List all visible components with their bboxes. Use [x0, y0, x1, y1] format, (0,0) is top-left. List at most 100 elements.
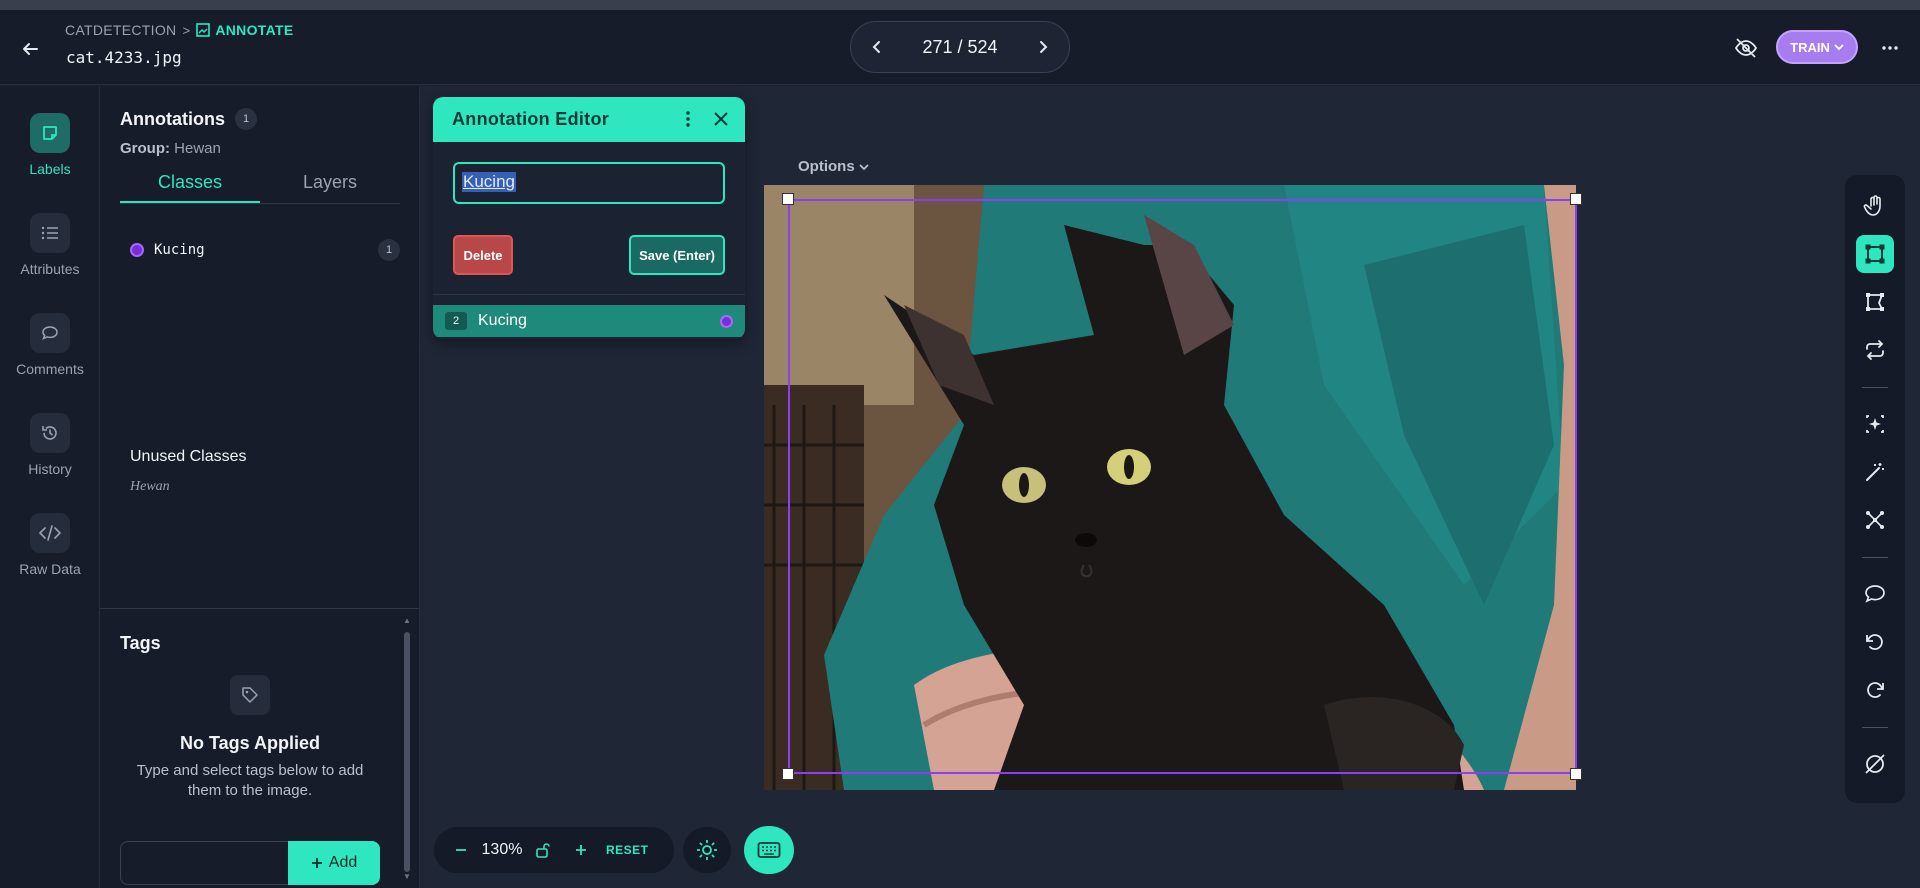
annotate-icon: [196, 23, 211, 37]
suggestion-hotkey: 2: [445, 312, 467, 330]
rail-item-labels[interactable]: Labels: [0, 113, 100, 193]
polygon-icon: [1866, 293, 1884, 311]
canvas-options-button[interactable]: Options: [798, 158, 869, 175]
tags-panel: Tags No Tags Applied Type and select tag…: [100, 608, 420, 888]
plus-icon: [311, 858, 322, 868]
toolbar-separator: [1862, 387, 1888, 388]
more-options-icon[interactable]: [1878, 36, 1902, 60]
class-color-dot: [130, 243, 144, 257]
smart-select-tool[interactable]: [1856, 405, 1894, 443]
train-button[interactable]: TRAIN: [1776, 30, 1858, 64]
chevron-left-icon: [872, 41, 880, 53]
tag-input[interactable]: [120, 841, 290, 885]
delete-button[interactable]: Delete: [453, 235, 513, 275]
rail-item-history[interactable]: History: [0, 413, 100, 493]
suggestion-label: Kucing: [478, 312, 527, 329]
tags-title: Tags: [120, 633, 161, 653]
bounding-box-tool[interactable]: [1856, 235, 1894, 273]
lock-zoom-button[interactable]: [528, 835, 558, 865]
left-rail: Labels Attributes Comments History Raw D…: [0, 86, 100, 888]
zoom-out-button[interactable]: [446, 835, 476, 865]
class-item-kucing[interactable]: Kucing 1: [120, 236, 400, 264]
redo-button[interactable]: [1856, 671, 1894, 709]
tab-classes[interactable]: Classes: [120, 170, 260, 203]
bbox-handle-bottom-right[interactable]: [1570, 768, 1582, 780]
chevron-right-icon: [1039, 41, 1048, 53]
window-top-strip: [0, 0, 1920, 10]
comment-icon: [30, 313, 70, 353]
toolbar-separator: [1862, 557, 1888, 558]
prev-image-button[interactable]: [865, 35, 889, 59]
panel-scrollbar[interactable]: ▲ ▼: [402, 616, 412, 882]
rail-label: Comments: [16, 361, 84, 377]
bounding-box-kucing[interactable]: [788, 199, 1577, 774]
keypoints-icon: [1866, 511, 1884, 529]
scroll-down-icon[interactable]: ▼: [402, 872, 412, 882]
annotations-title-label: Annotations: [120, 108, 225, 129]
breadcrumb-project[interactable]: CATDETECTION: [65, 22, 176, 38]
editor-more-icon[interactable]: [678, 109, 698, 129]
undo-icon: [1866, 634, 1883, 650]
sun-icon: [697, 840, 717, 860]
next-image-button[interactable]: [1031, 35, 1055, 59]
reset-zoom-button[interactable]: RESET: [606, 843, 649, 857]
breadcrumb-separator: >: [182, 22, 191, 38]
tag-icon: [230, 675, 270, 715]
rail-label: Labels: [29, 161, 71, 177]
back-arrow-icon[interactable]: [18, 37, 42, 61]
chevron-down-icon: [859, 163, 869, 170]
tab-layers[interactable]: Layers: [260, 170, 400, 203]
rail-label: History: [28, 461, 72, 477]
keyboard-shortcuts-button[interactable]: [744, 826, 794, 874]
polygon-tool[interactable]: [1856, 283, 1894, 321]
hide-annotations-icon[interactable]: [1734, 36, 1758, 60]
comment-tool[interactable]: [1856, 575, 1894, 613]
code-icon: [30, 513, 70, 553]
add-tag-button[interactable]: Add: [288, 841, 380, 885]
rail-item-raw-data[interactable]: Raw Data: [0, 513, 100, 593]
rail-label: Attributes: [20, 261, 80, 277]
bbox-handle-top-right[interactable]: [1570, 193, 1582, 205]
history-icon: [30, 413, 70, 453]
class-count-badge: 1: [378, 239, 400, 261]
annotations-title: Annotations 1: [120, 108, 257, 130]
zoom-in-button[interactable]: [566, 835, 596, 865]
editor-title: Annotation Editor: [452, 109, 610, 129]
class-name-input-value: Kucing: [462, 172, 516, 192]
empty-set-icon: [1865, 754, 1885, 774]
unused-classes-title: Unused Classes: [130, 448, 247, 465]
pan-hand-tool[interactable]: [1856, 187, 1894, 225]
close-icon[interactable]: [711, 109, 731, 129]
class-suggestion-item[interactable]: 2 Kucing: [433, 305, 745, 337]
zoom-controls: 130% RESET: [434, 827, 674, 873]
unused-class-item[interactable]: Hewan: [130, 479, 170, 495]
redo-icon: [1867, 682, 1884, 698]
magic-wand-tool[interactable]: [1856, 453, 1894, 491]
undo-button[interactable]: [1856, 623, 1894, 661]
null-annotation-button[interactable]: [1856, 745, 1894, 783]
sparkle-select-icon: [1866, 415, 1884, 433]
scrollbar-thumb[interactable]: [404, 632, 410, 872]
rail-item-comments[interactable]: Comments: [0, 313, 100, 393]
bbox-handle-bottom-left[interactable]: [782, 768, 794, 780]
label-icon: [30, 113, 70, 153]
minus-icon: [456, 849, 466, 851]
comment-icon: [1865, 585, 1885, 603]
convert-tool[interactable]: [1856, 331, 1894, 369]
brightness-button[interactable]: [683, 827, 731, 873]
annotation-editor: Annotation Editor Kucing Delete Save (En…: [433, 97, 745, 339]
save-button[interactable]: Save (Enter): [629, 235, 725, 275]
no-tags-description: Type and select tags below to add them t…: [136, 762, 364, 799]
keypoint-tool[interactable]: [1856, 501, 1894, 539]
group-value: Hewan: [174, 140, 221, 157]
options-label: Options: [798, 158, 855, 175]
rail-item-attributes[interactable]: Attributes: [0, 213, 100, 293]
breadcrumb-current: ANNOTATE: [196, 22, 293, 38]
unlock-icon: [536, 843, 550, 858]
breadcrumb: CATDETECTION > ANNOTATE: [65, 22, 293, 38]
header: CATDETECTION > ANNOTATE cat.4233.jpg 271…: [0, 10, 1920, 85]
scroll-up-icon[interactable]: ▲: [402, 616, 412, 626]
bbox-icon: [1865, 244, 1885, 264]
bbox-handle-top-left[interactable]: [782, 193, 794, 205]
hand-icon: [1863, 195, 1881, 216]
